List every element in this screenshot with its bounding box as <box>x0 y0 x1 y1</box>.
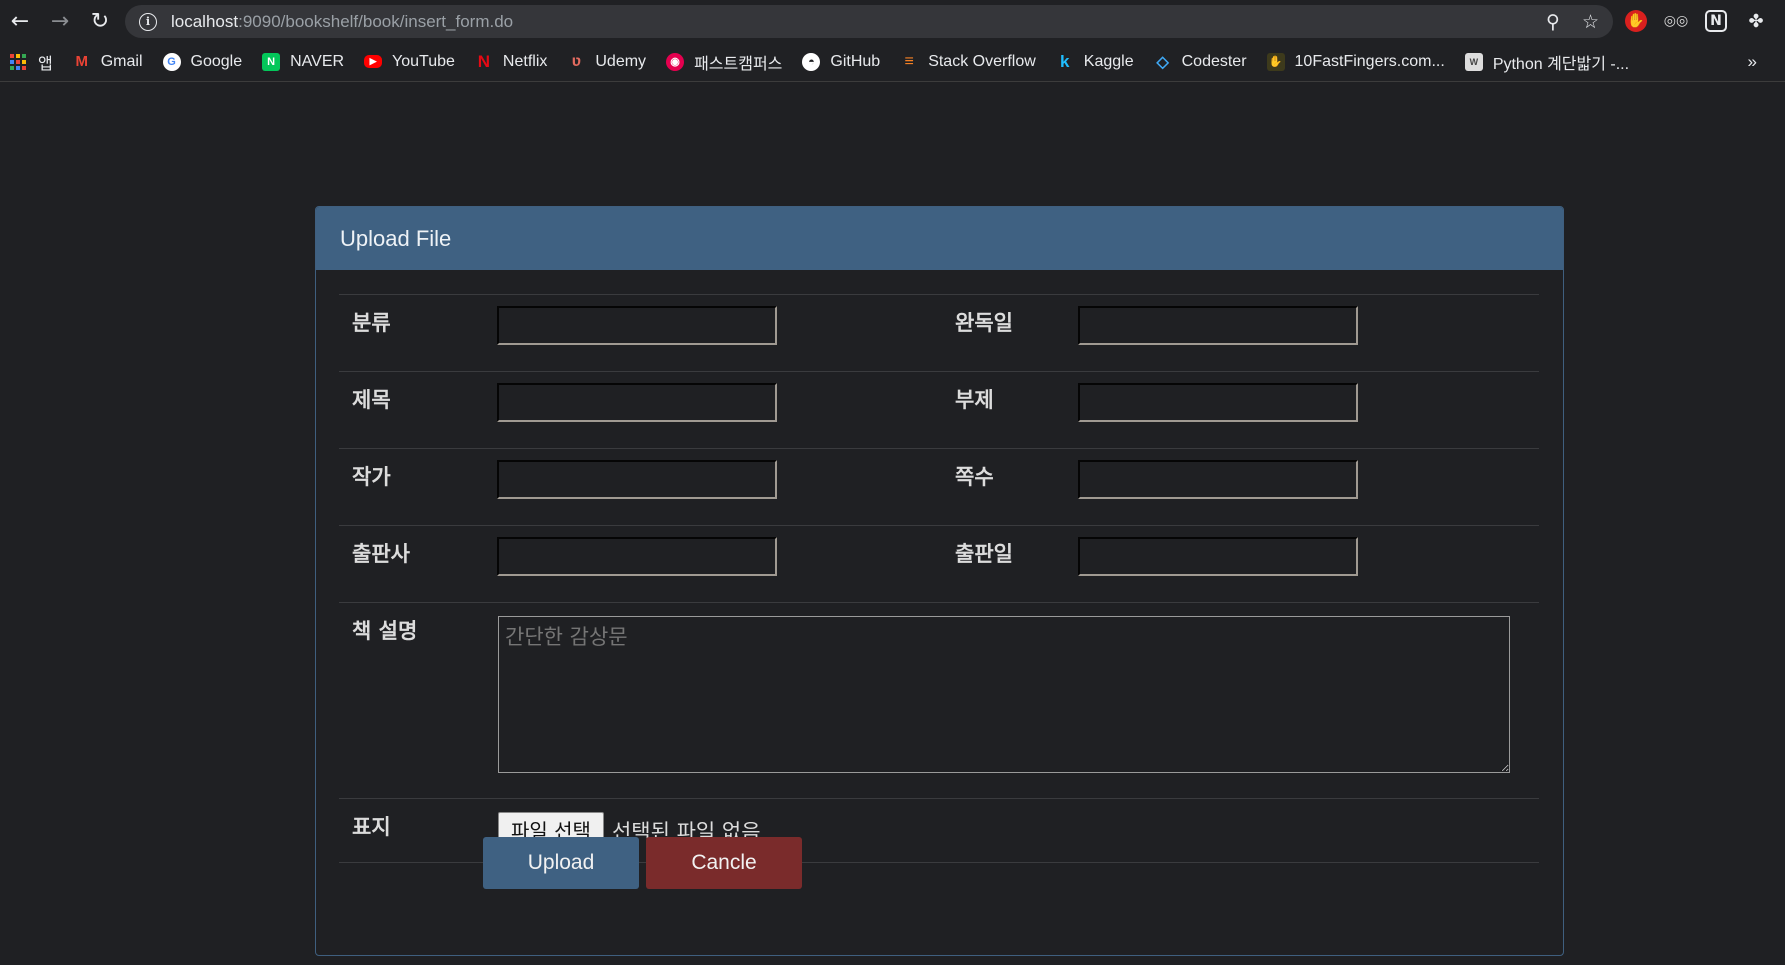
author-label: 작가 <box>339 448 497 526</box>
naver-icon: N <box>262 52 281 71</box>
bookmark-gmail[interactable]: M Gmail <box>73 52 143 71</box>
cover-label: 표지 <box>339 798 497 863</box>
kaggle-icon: k <box>1060 51 1070 71</box>
form-actions: Upload Cancle <box>483 837 802 889</box>
bookmark-google[interactable]: G Google <box>162 52 243 71</box>
apps-grid-icon <box>10 53 26 70</box>
codester-icon: ◇ <box>1156 53 1169 71</box>
bookmark-label: Google <box>190 52 243 70</box>
finished-date-input[interactable] <box>1078 306 1358 345</box>
author-input[interactable] <box>497 460 777 499</box>
bookmark-label: YouTube <box>392 52 455 70</box>
bookmark-youtube[interactable]: ▶ YouTube <box>364 53 455 71</box>
title-label: 제목 <box>339 371 497 449</box>
10fastfingers-icon: ✋ <box>1266 52 1285 71</box>
url-host: localhost <box>171 11 239 31</box>
bookmark-naver[interactable]: N NAVER <box>262 52 345 71</box>
youtube-icon: ▶ <box>364 55 383 68</box>
category-input[interactable] <box>497 306 777 345</box>
upload-button[interactable]: Upload <box>483 837 639 889</box>
form-row-category: 분류 완독일 <box>339 294 1539 372</box>
bookmarks-bar: 앱 M Gmail G Google N NAVER ▶ YouTube N Netfli… <box>0 42 1785 82</box>
bookmark-label: Gmail <box>100 52 143 70</box>
bookmark-apps[interactable]: 앱 <box>10 50 53 74</box>
extension-glasses-icon[interactable]: ◎◎ <box>1664 10 1688 32</box>
netflix-icon: N <box>477 51 491 71</box>
bookmark-netflix[interactable]: N Netflix <box>475 51 548 71</box>
wikidocs-icon: W <box>1464 52 1483 71</box>
description-label: 책 설명 <box>339 602 497 799</box>
bookmark-star-icon[interactable]: ☆ <box>1582 11 1599 33</box>
fastcampus-icon: ◉ <box>666 52 685 71</box>
address-bar[interactable]: i localhost:9090/bookshelf/book/insert_f… <box>125 5 1613 38</box>
url-path: :9090/bookshelf/book/insert_form.do <box>238 11 514 31</box>
bookmark-udemy[interactable]: ʋ Udemy <box>567 53 646 71</box>
publisher-input[interactable] <box>497 537 777 576</box>
forward-arrow-icon[interactable]: → <box>40 0 80 42</box>
bookmark-10fastfingers[interactable]: ✋ 10FastFingers.com... <box>1266 52 1445 71</box>
bookmarks-overflow-button[interactable]: » <box>1748 42 1757 82</box>
bookmark-label: Python 계단밟기 -... <box>1492 55 1630 73</box>
subtitle-label: 부제 <box>942 371 1078 449</box>
pages-input[interactable] <box>1078 460 1358 499</box>
bookmark-label: GitHub <box>830 52 881 70</box>
bookmark-label: Codester <box>1181 52 1247 70</box>
form-row-author: 작가 쪽수 <box>339 448 1539 526</box>
bookmark-stackoverflow[interactable]: ≡ Stack Overflow <box>900 53 1036 71</box>
publish-date-input[interactable] <box>1078 537 1358 576</box>
zoom-icon[interactable]: ⚲ <box>1546 11 1560 33</box>
reload-icon[interactable]: ↻ <box>80 0 120 42</box>
browser-toolbar: ← → ↻ i localhost:9090/bookshelf/book/in… <box>0 0 1785 42</box>
publisher-label: 출판사 <box>339 525 497 603</box>
site-info-icon[interactable]: i <box>139 12 157 31</box>
bookmark-label: 패스트캠퍼스 <box>694 55 783 73</box>
google-icon: G <box>162 52 181 71</box>
bookmark-label: Stack Overflow <box>928 52 1036 70</box>
bookmark-github[interactable]: ◓ GitHub <box>802 52 881 71</box>
form-row-description: 책 설명 <box>339 602 1539 799</box>
bookmark-fastcampus[interactable]: ◉ 패스트캠퍼스 <box>666 50 782 74</box>
upload-panel: Upload File 분류 완독일 제목 부제 작가 쪽수 출판사 출판일 책… <box>315 206 1564 956</box>
gmail-icon: M <box>75 53 88 70</box>
bookmark-python-wikidocs[interactable]: W Python 계단밟기 -... <box>1464 50 1630 74</box>
pages-label: 쪽수 <box>942 448 1078 526</box>
title-input[interactable] <box>497 383 777 422</box>
form-row-publisher: 출판사 출판일 <box>339 525 1539 603</box>
finished-date-label: 완독일 <box>942 294 1078 372</box>
bookmark-label: Udemy <box>595 52 647 70</box>
bookmark-label: Kaggle <box>1083 52 1134 70</box>
extensions-puzzle-icon[interactable]: ✤ <box>1745 10 1767 32</box>
bookmark-kaggle[interactable]: k Kaggle <box>1056 51 1134 71</box>
bookmark-apps-label: 앱 <box>38 55 53 73</box>
stackoverflow-icon: ≡ <box>904 52 914 70</box>
form-row-title: 제목 부제 <box>339 371 1539 449</box>
subtitle-input[interactable] <box>1078 383 1358 422</box>
bookmark-label: Netflix <box>502 52 548 70</box>
upload-form: 분류 완독일 제목 부제 작가 쪽수 출판사 출판일 책 설명 표 <box>339 294 1539 863</box>
description-textarea[interactable] <box>498 616 1510 773</box>
url-text[interactable]: localhost:9090/bookshelf/book/insert_for… <box>171 12 513 32</box>
extension-adblock-icon[interactable]: ✋ <box>1625 10 1647 32</box>
bookmark-label: NAVER <box>290 52 345 70</box>
panel-title: Upload File <box>316 207 1563 270</box>
bookmark-label: 10FastFingers.com... <box>1294 52 1445 70</box>
udemy-icon: ʋ <box>571 52 582 70</box>
bookmark-codester[interactable]: ◇ Codester <box>1154 52 1247 71</box>
extension-notion-icon[interactable]: N <box>1705 10 1727 32</box>
cancel-button[interactable]: Cancle <box>646 837 802 889</box>
back-arrow-icon[interactable]: ← <box>0 0 40 42</box>
category-label: 분류 <box>339 294 497 372</box>
github-icon: ◓ <box>802 52 821 71</box>
publish-date-label: 출판일 <box>942 525 1078 603</box>
